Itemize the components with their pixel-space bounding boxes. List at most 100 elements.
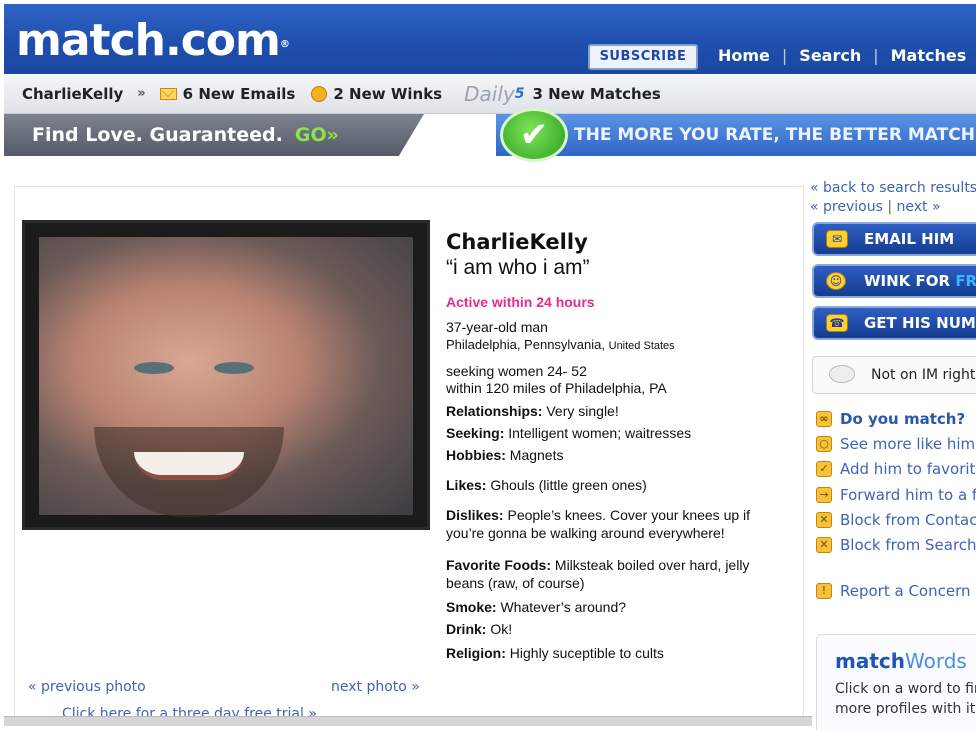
profile-info: CharlieKelly “i am who i am” Active with… bbox=[446, 230, 796, 662]
phone-icon: ☎ bbox=[826, 314, 848, 332]
previous-profile-link[interactable]: « previous bbox=[810, 199, 883, 215]
forward-link[interactable]: → Forward him to a friend bbox=[816, 486, 976, 504]
field-label: Likes: bbox=[446, 477, 487, 493]
nav-home[interactable]: Home bbox=[718, 46, 770, 65]
wink-button[interactable]: ☺ WINK FOR FREE bbox=[812, 264, 976, 298]
see-more-like-link[interactable]: ○ See more like him bbox=[816, 435, 975, 453]
prev-next-nav: « previous | next » bbox=[810, 199, 941, 215]
profile-tagline: “i am who i am” bbox=[446, 256, 590, 279]
site-header: match.com® SUBSCRIBE Home | Search | Mat… bbox=[4, 4, 976, 74]
subscribe-button[interactable]: SUBSCRIBE bbox=[588, 44, 698, 70]
block-icon: ✕ bbox=[816, 512, 832, 528]
member-bar: CharlieKelly » 6 New Emails 2 New Winks … bbox=[4, 74, 976, 114]
profile-location-country: United States bbox=[608, 340, 675, 352]
nav-separator: | bbox=[873, 46, 879, 65]
top-nav: Home | Search | Matches bbox=[718, 46, 966, 65]
daily5-number: 5 bbox=[514, 85, 525, 102]
do-you-match-link[interactable]: ∞ Do you match? bbox=[816, 410, 965, 428]
field-label: Relationships: bbox=[446, 403, 543, 419]
wink-smiley-icon: ☺ bbox=[826, 272, 846, 290]
checkmark-icon: ✓ bbox=[816, 461, 832, 477]
go-link[interactable]: GO» bbox=[295, 124, 339, 146]
new-emails-link[interactable]: 6 New Emails bbox=[183, 85, 296, 103]
option-label: Block from Search bbox=[840, 536, 976, 554]
back-to-results-link[interactable]: « back to search results bbox=[810, 180, 976, 196]
field-hobbies: Hobbies: Magnets bbox=[446, 446, 796, 464]
field-label: Drink: bbox=[446, 621, 487, 637]
report-concern-link[interactable]: ! Report a Concern bbox=[816, 582, 971, 600]
field-smoke: Smoke: Whatever’s around? bbox=[446, 598, 796, 616]
new-matches-link[interactable]: 3 New Matches bbox=[532, 85, 660, 103]
envelope-icon bbox=[159, 87, 177, 100]
checkmark-icon: ✔ bbox=[500, 108, 568, 162]
search-icon: ○ bbox=[816, 436, 832, 452]
email-him-label: EMAIL HIM bbox=[864, 230, 955, 248]
photo-eye-right bbox=[214, 362, 254, 374]
wink-label: WINK FOR bbox=[864, 272, 951, 290]
im-status-box: Not on IM right now bbox=[812, 356, 976, 394]
block-icon: ✕ bbox=[816, 537, 832, 553]
block-contact-link[interactable]: ✕ Block from Contact bbox=[816, 511, 976, 529]
field-drink: Drink: Ok! bbox=[446, 620, 796, 638]
field-religion: Religion: Highly suceptible to cults bbox=[446, 644, 796, 662]
matchwords-box: matchWords Click on a word to find more … bbox=[816, 634, 976, 730]
nav-matches[interactable]: Matches bbox=[891, 46, 967, 65]
wink-free-label: FREE bbox=[955, 272, 976, 290]
alert-icon: ! bbox=[816, 583, 832, 599]
profile-age: 37-year-old man bbox=[446, 319, 548, 335]
daily5-logo: Daily bbox=[464, 81, 515, 106]
field-label: Hobbies: bbox=[446, 447, 506, 463]
rate-banner[interactable]: THE MORE YOU RATE, THE BETTER MATCHES YO… bbox=[496, 114, 976, 156]
profile-location: Philadelphia, Pennsylvania, United State… bbox=[446, 336, 796, 355]
next-photo-link[interactable]: next photo » bbox=[331, 679, 420, 695]
field-relationships: Relationships: Very single! bbox=[446, 402, 796, 420]
field-value: Ghouls (little green ones) bbox=[490, 477, 647, 493]
find-love-banner[interactable]: Find Love. Guaranteed. GO» bbox=[4, 114, 424, 156]
photo-smile bbox=[134, 452, 244, 480]
option-label: Add him to favorites bbox=[840, 460, 976, 478]
field-value: Very single! bbox=[546, 403, 619, 419]
new-winks-link[interactable]: 2 New Winks bbox=[333, 85, 442, 103]
field-seeking: Seeking: Intelligent women; waitresses bbox=[446, 424, 796, 442]
get-number-label: GET HIS NUMBER bbox=[864, 314, 976, 332]
email-him-button[interactable]: ✉ EMAIL HIM bbox=[812, 222, 976, 256]
matchwords-title: matchWords bbox=[835, 649, 967, 673]
next-profile-link[interactable]: next » bbox=[897, 199, 941, 215]
profile-name: CharlieKelly bbox=[446, 230, 588, 254]
field-label: Seeking: bbox=[446, 425, 505, 441]
member-username[interactable]: CharlieKelly bbox=[22, 85, 123, 103]
add-favorites-link[interactable]: ✓ Add him to favorites bbox=[816, 460, 976, 478]
previous-photo-link[interactable]: « previous photo bbox=[28, 679, 146, 695]
profile-photo[interactable] bbox=[22, 220, 430, 530]
field-value: Whatever’s around? bbox=[500, 599, 627, 615]
profile-seeking-range: seeking women 24- 52 bbox=[446, 363, 587, 379]
im-status-text: Not on IM right now bbox=[871, 367, 976, 383]
block-search-link[interactable]: ✕ Block from Search bbox=[816, 536, 976, 554]
active-status: Active within 24 hours bbox=[446, 294, 595, 310]
field-value: Highly suceptible to cults bbox=[509, 645, 664, 661]
option-label: See more like him bbox=[840, 435, 976, 453]
profile-seeking-radius: within 120 miles of Philadelphia, PA bbox=[446, 380, 667, 396]
match-logo[interactable]: match.com® bbox=[16, 16, 290, 66]
right-sidebar: « back to search results « previous | ne… bbox=[806, 178, 976, 730]
field-favorite-foods: Favorite Foods: Milksteak boiled over ha… bbox=[446, 556, 786, 592]
nav-search[interactable]: Search bbox=[799, 46, 861, 65]
profile-photo-image bbox=[39, 237, 413, 517]
field-label: Dislikes: bbox=[446, 507, 504, 523]
field-likes: Likes: Ghouls (little green ones) bbox=[446, 476, 796, 494]
find-love-text: Find Love. Guaranteed. bbox=[32, 124, 283, 146]
profile-location-city: Philadelphia, Pennsylvania, bbox=[446, 337, 605, 352]
option-label: Do you match? bbox=[840, 410, 966, 428]
wink-smiley-icon bbox=[311, 85, 328, 102]
raquo-separator: » bbox=[137, 86, 146, 101]
envelope-icon: ✉ bbox=[826, 230, 848, 248]
field-label: Favorite Foods: bbox=[446, 557, 552, 573]
get-number-button[interactable]: ☎ GET HIS NUMBER bbox=[812, 306, 976, 340]
match-rings-icon: ∞ bbox=[816, 411, 832, 427]
field-value: Intelligent women; waitresses bbox=[508, 425, 692, 441]
field-value: Magnets bbox=[509, 447, 564, 463]
photo-eye-left bbox=[134, 362, 174, 374]
field-label: Smoke: bbox=[446, 599, 497, 615]
horizontal-scrollbar[interactable] bbox=[4, 716, 812, 726]
field-value: Ok! bbox=[490, 621, 513, 637]
